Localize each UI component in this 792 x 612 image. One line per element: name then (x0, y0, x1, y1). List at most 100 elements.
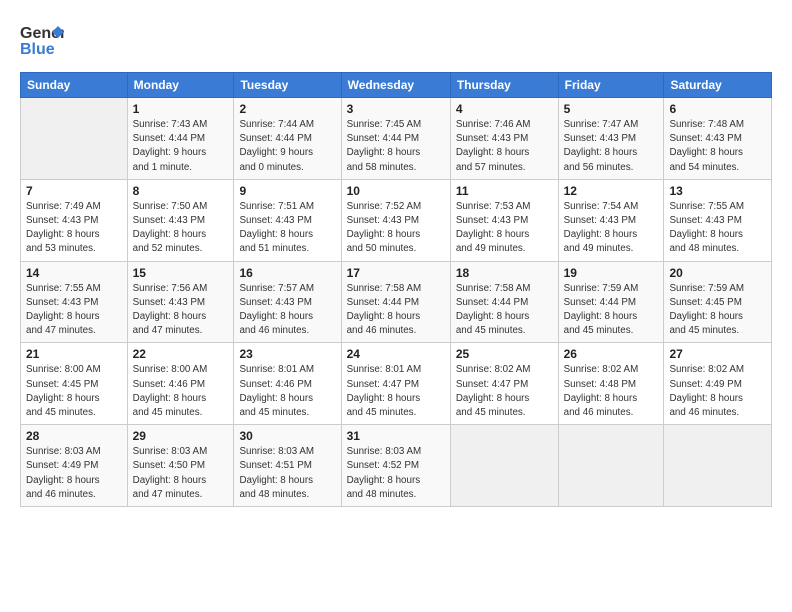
calendar-cell: 5 Sunrise: 7:47 AM Sunset: 4:43 PM Daylig… (558, 98, 664, 180)
day-of-week-header: Monday (127, 73, 234, 98)
day-info: Sunrise: 8:02 AM Sunset: 4:49 PM Dayligh… (669, 363, 766, 420)
day-of-week-header: Friday (558, 73, 664, 98)
day-number: 4 (456, 102, 553, 116)
day-info: Sunrise: 7:59 AM Sunset: 4:45 PM Dayligh… (669, 282, 766, 339)
calendar-cell (664, 425, 772, 507)
day-info: Sunrise: 7:58 AM Sunset: 4:44 PM Dayligh… (456, 282, 553, 339)
day-number: 23 (239, 347, 335, 361)
calendar-cell: 24 Sunrise: 8:01 AM Sunset: 4:47 PM Dayli… (341, 343, 450, 425)
calendar-cell: 29 Sunrise: 8:03 AM Sunset: 4:50 PM Dayli… (127, 425, 234, 507)
day-info: Sunrise: 8:03 AM Sunset: 4:52 PM Dayligh… (347, 445, 445, 502)
calendar-cell: 27 Sunrise: 8:02 AM Sunset: 4:49 PM Dayli… (664, 343, 772, 425)
day-number: 24 (347, 347, 445, 361)
day-number: 28 (26, 429, 122, 443)
svg-text:Blue: Blue (20, 41, 55, 58)
calendar-cell: 19 Sunrise: 7:59 AM Sunset: 4:44 PM Dayli… (558, 261, 664, 343)
day-number: 12 (564, 184, 659, 198)
day-number: 7 (26, 184, 122, 198)
calendar-cell: 31 Sunrise: 8:03 AM Sunset: 4:52 PM Dayli… (341, 425, 450, 507)
day-of-week-header: Saturday (664, 73, 772, 98)
calendar-cell: 20 Sunrise: 7:59 AM Sunset: 4:45 PM Dayli… (664, 261, 772, 343)
day-info: Sunrise: 8:03 AM Sunset: 4:49 PM Dayligh… (26, 445, 122, 502)
calendar-cell: 15Sunrise: 7:56 AM Sunset: 4:43 PM Dayli… (127, 261, 234, 343)
calendar-cell: 21 Sunrise: 8:00 AM Sunset: 4:45 PM Dayli… (21, 343, 128, 425)
day-number: 13 (669, 184, 766, 198)
day-info: Sunrise: 7:54 AM Sunset: 4:43 PM Dayligh… (564, 200, 659, 257)
day-number: 11 (456, 184, 553, 198)
calendar-cell (558, 425, 664, 507)
day-number: 30 (239, 429, 335, 443)
day-info: Sunrise: 7:49 AM Sunset: 4:43 PM Dayligh… (26, 200, 122, 257)
day-info: Sunrise: 7:59 AM Sunset: 4:44 PM Dayligh… (564, 282, 659, 339)
calendar-cell: 14 Sunrise: 7:55 AM Sunset: 4:43 PM Dayli… (21, 261, 128, 343)
day-number: 15 (133, 266, 229, 280)
day-number: 2 (239, 102, 335, 116)
day-number: 6 (669, 102, 766, 116)
calendar-cell (21, 98, 128, 180)
calendar-cell: 23 Sunrise: 8:01 AM Sunset: 4:46 PM Dayli… (234, 343, 341, 425)
day-number: 14 (26, 266, 122, 280)
calendar-cell: 16Sunrise: 7:57 AM Sunset: 4:43 PM Dayli… (234, 261, 341, 343)
calendar-cell: 8 Sunrise: 7:50 AM Sunset: 4:43 PM Daylig… (127, 179, 234, 261)
calendar-cell: 17Sunrise: 7:58 AM Sunset: 4:44 PM Dayli… (341, 261, 450, 343)
day-number: 5 (564, 102, 659, 116)
day-number: 20 (669, 266, 766, 280)
day-info: Sunrise: 8:02 AM Sunset: 4:48 PM Dayligh… (564, 363, 659, 420)
calendar-cell: 7 Sunrise: 7:49 AM Sunset: 4:43 PM Daylig… (21, 179, 128, 261)
day-info: Sunrise: 8:03 AM Sunset: 4:51 PM Dayligh… (239, 445, 335, 502)
day-number: 25 (456, 347, 553, 361)
day-info: Sunrise: 7:52 AM Sunset: 4:43 PM Dayligh… (347, 200, 445, 257)
logo: General Blue (20, 18, 70, 62)
day-info: Sunrise: 8:00 AM Sunset: 4:45 PM Dayligh… (26, 363, 122, 420)
calendar-cell: 6 Sunrise: 7:48 AM Sunset: 4:43 PM Daylig… (664, 98, 772, 180)
day-number: 29 (133, 429, 229, 443)
day-number: 1 (133, 102, 229, 116)
day-info: Sunrise: 7:55 AM Sunset: 4:43 PM Dayligh… (669, 200, 766, 257)
day-of-week-header: Tuesday (234, 73, 341, 98)
calendar-cell: 18 Sunrise: 7:58 AM Sunset: 4:44 PM Dayli… (450, 261, 558, 343)
header: General Blue (20, 18, 772, 62)
day-number: 21 (26, 347, 122, 361)
day-number: 27 (669, 347, 766, 361)
calendar: SundayMondayTuesdayWednesdayThursdayFrid… (20, 72, 772, 507)
day-number: 10 (347, 184, 445, 198)
day-of-week-header: Sunday (21, 73, 128, 98)
day-number: 3 (347, 102, 445, 116)
day-info: Sunrise: 7:46 AM Sunset: 4:43 PM Dayligh… (456, 118, 553, 175)
day-info: Sunrise: 7:47 AM Sunset: 4:43 PM Dayligh… (564, 118, 659, 175)
day-number: 9 (239, 184, 335, 198)
page: General Blue SundayMondayTuesdayWednesda… (0, 0, 792, 612)
calendar-cell: 28 Sunrise: 8:03 AM Sunset: 4:49 PM Dayli… (21, 425, 128, 507)
day-info: Sunrise: 7:43 AM Sunset: 4:44 PM Dayligh… (133, 118, 229, 175)
day-info: Sunrise: 8:01 AM Sunset: 4:47 PM Dayligh… (347, 363, 445, 420)
day-info: Sunrise: 8:01 AM Sunset: 4:46 PM Dayligh… (239, 363, 335, 420)
calendar-cell: 3 Sunrise: 7:45 AM Sunset: 4:44 PM Daylig… (341, 98, 450, 180)
day-info: Sunrise: 7:53 AM Sunset: 4:43 PM Dayligh… (456, 200, 553, 257)
calendar-cell: 25 Sunrise: 8:02 AM Sunset: 4:47 PM Dayli… (450, 343, 558, 425)
calendar-cell: 22Sunrise: 8:00 AM Sunset: 4:46 PM Dayli… (127, 343, 234, 425)
day-info: Sunrise: 7:51 AM Sunset: 4:43 PM Dayligh… (239, 200, 335, 257)
calendar-cell (450, 425, 558, 507)
calendar-cell: 2Sunrise: 7:44 AM Sunset: 4:44 PM Daylig… (234, 98, 341, 180)
day-number: 8 (133, 184, 229, 198)
calendar-cell: 9 Sunrise: 7:51 AM Sunset: 4:43 PM Daylig… (234, 179, 341, 261)
calendar-cell: 13 Sunrise: 7:55 AM Sunset: 4:43 PM Dayli… (664, 179, 772, 261)
calendar-cell: 12 Sunrise: 7:54 AM Sunset: 4:43 PM Dayli… (558, 179, 664, 261)
day-info: Sunrise: 8:03 AM Sunset: 4:50 PM Dayligh… (133, 445, 229, 502)
day-info: Sunrise: 7:55 AM Sunset: 4:43 PM Dayligh… (26, 282, 122, 339)
day-info: Sunrise: 8:02 AM Sunset: 4:47 PM Dayligh… (456, 363, 553, 420)
calendar-cell: 10 Sunrise: 7:52 AM Sunset: 4:43 PM Dayli… (341, 179, 450, 261)
day-info: Sunrise: 7:48 AM Sunset: 4:43 PM Dayligh… (669, 118, 766, 175)
day-number: 22 (133, 347, 229, 361)
day-info: Sunrise: 7:50 AM Sunset: 4:43 PM Dayligh… (133, 200, 229, 257)
day-info: Sunrise: 7:45 AM Sunset: 4:44 PM Dayligh… (347, 118, 445, 175)
day-of-week-header: Thursday (450, 73, 558, 98)
day-number: 18 (456, 266, 553, 280)
day-number: 31 (347, 429, 445, 443)
day-info: Sunrise: 7:58 AM Sunset: 4:44 PM Dayligh… (347, 282, 445, 339)
day-number: 19 (564, 266, 659, 280)
day-number: 26 (564, 347, 659, 361)
calendar-cell: 1 Sunrise: 7:43 AM Sunset: 4:44 PM Daylig… (127, 98, 234, 180)
day-info: Sunrise: 7:57 AM Sunset: 4:43 PM Dayligh… (239, 282, 335, 339)
day-of-week-header: Wednesday (341, 73, 450, 98)
